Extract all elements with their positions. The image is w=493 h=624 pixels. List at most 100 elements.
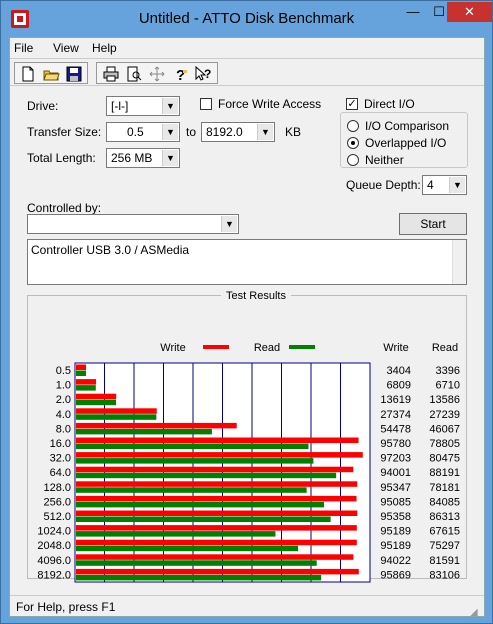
status-bar: For Help, press F1 ◢ (10, 595, 484, 618)
drive-select[interactable]: [-l-] ▼ (106, 96, 180, 116)
transfer-size-to-select[interactable]: 8192.0 ▼ (201, 122, 275, 142)
y-tick-label: 1024.0 (37, 526, 71, 538)
write-value: 97203 (380, 453, 411, 465)
bar-write (76, 452, 363, 458)
help-icon[interactable]: ? (171, 65, 189, 83)
menu-view[interactable]: View (53, 41, 79, 55)
read-value: 86313 (429, 511, 460, 523)
bar-read (76, 458, 314, 464)
bar-write (76, 422, 237, 429)
description-text: Controller USB 3.0 / ASMedia (31, 243, 190, 257)
bar-read (76, 516, 331, 522)
results-chart: Test ResultsWriteReadWriteRead0102030405… (37, 289, 460, 583)
read-value: 88191 (429, 467, 460, 479)
write-value: 54478 (380, 423, 411, 435)
y-tick-label: 4096.0 (37, 555, 71, 567)
bar-read (76, 414, 157, 420)
write-value: 95869 (380, 569, 411, 581)
read-value: 83106 (429, 569, 460, 581)
write-value: 94001 (380, 467, 411, 479)
force-write-checkbox[interactable] (200, 98, 212, 110)
y-tick-label: 1.0 (56, 380, 71, 392)
app-window: Untitled - ATTO Disk Benchmark — ☐ ✕ Fil… (0, 0, 493, 624)
bar-write (76, 495, 357, 502)
bar-read (76, 574, 322, 581)
bar-write (76, 393, 117, 400)
context-help-icon[interactable]: ? (194, 65, 212, 83)
chevron-down-icon: ▼ (449, 177, 465, 193)
total-length-value: 256 MB (111, 151, 153, 165)
client-area: File View Help ? ? Drive: [-l-] ▼ Force … (9, 37, 485, 618)
read-value: 13586 (429, 394, 460, 406)
transfer-to-value: 8192.0 (206, 125, 243, 139)
read-value: 78805 (429, 438, 460, 450)
column-header-read: Read (432, 342, 458, 354)
io-comparison-label[interactable]: I/O Comparison (365, 119, 449, 133)
start-button[interactable]: Start (399, 213, 467, 235)
read-value: 81591 (429, 555, 460, 567)
minimize-button[interactable]: — (400, 2, 426, 22)
y-tick-label: 2048.0 (37, 540, 71, 552)
close-button[interactable]: ✕ (447, 2, 492, 22)
overlapped-io-radio[interactable] (347, 137, 359, 149)
move-icon[interactable] (148, 65, 166, 83)
save-disk-icon[interactable] (65, 65, 83, 83)
print-preview-icon[interactable] (125, 65, 143, 83)
menu-help[interactable]: Help (92, 41, 117, 55)
description-scrollbar[interactable] (452, 240, 466, 284)
force-write-label[interactable]: Force Write Access (218, 97, 321, 111)
status-text: For Help, press F1 (16, 600, 116, 614)
neither-radio[interactable] (347, 154, 359, 166)
write-value: 94022 (380, 555, 411, 567)
total-length-select[interactable]: 256 MB ▼ (106, 148, 180, 168)
chevron-down-icon: ▼ (221, 216, 237, 232)
bar-write (76, 539, 357, 546)
menu-file[interactable]: File (14, 41, 33, 55)
bar-write (76, 379, 97, 385)
legend-write-label: Write (160, 342, 185, 354)
bar-write (76, 364, 87, 370)
transfer-size-from-select[interactable]: 0.5 ▼ (106, 122, 180, 142)
overlapped-io-label[interactable]: Overlapped I/O (365, 136, 446, 150)
read-value: 84085 (429, 496, 460, 508)
y-tick-label: 512.0 (43, 511, 71, 523)
neither-label[interactable]: Neither (365, 153, 404, 167)
read-value: 6710 (436, 380, 460, 392)
queue-depth-select[interactable]: 4 ▼ (422, 175, 467, 195)
new-file-icon[interactable] (19, 65, 37, 83)
direct-io-checkbox[interactable]: ✓ (346, 98, 358, 110)
svg-text:?: ? (176, 67, 185, 83)
write-value: 95085 (380, 496, 411, 508)
queue-depth-label: Queue Depth: (346, 178, 421, 192)
read-value: 67615 (429, 526, 460, 538)
drive-select-value: [-l-] (111, 99, 129, 113)
bar-write (76, 568, 359, 575)
write-value: 95189 (380, 540, 411, 552)
controlled-by-select[interactable]: ▼ (27, 214, 239, 234)
write-value: 95780 (380, 438, 411, 450)
y-tick-label: 16.0 (50, 438, 71, 450)
write-value: 95358 (380, 511, 411, 523)
read-value: 3396 (436, 365, 460, 377)
read-value: 27239 (429, 409, 460, 421)
io-comparison-radio[interactable] (347, 120, 359, 132)
open-folder-icon[interactable] (42, 65, 60, 83)
direct-io-label[interactable]: Direct I/O (364, 97, 415, 111)
bar-read (76, 443, 309, 449)
transfer-from-value: 0.5 (127, 125, 144, 139)
description-textarea[interactable]: Controller USB 3.0 / ASMedia (27, 239, 467, 285)
column-header-write: Write (383, 342, 408, 354)
toolbar-group-file (14, 62, 88, 84)
menu-bar: File View Help (10, 38, 484, 58)
chevron-down-icon: ▼ (162, 150, 178, 166)
y-tick-label: 256.0 (43, 496, 71, 508)
y-tick-label: 128.0 (43, 482, 71, 494)
resize-grip-icon[interactable]: ◢ (470, 602, 482, 618)
bar-write (76, 481, 358, 487)
bar-read (76, 531, 276, 537)
read-value: 78181 (429, 482, 460, 494)
bar-read (76, 428, 212, 435)
print-icon[interactable] (102, 65, 120, 83)
bar-write (76, 554, 354, 560)
title-bar[interactable]: Untitled - ATTO Disk Benchmark — ☐ ✕ (1, 1, 492, 37)
